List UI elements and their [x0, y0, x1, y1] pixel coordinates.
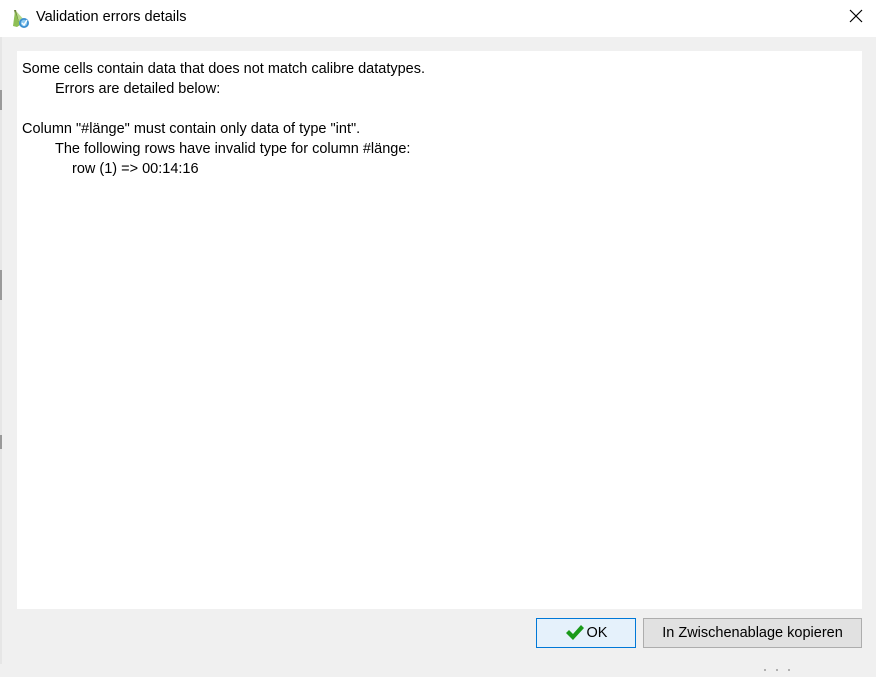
message-line: Column "#länge" must contain only data o…: [22, 121, 361, 137]
message-line: Errors are detailed below:: [55, 81, 221, 97]
message-line: row (1) => 00:14:16: [72, 161, 199, 177]
message-line: The following rows have invalid type for…: [55, 141, 411, 157]
close-button[interactable]: [836, 0, 876, 37]
message-line: [22, 99, 862, 119]
calibre-app-icon: [11, 8, 33, 30]
background-edge-mark: [0, 90, 2, 110]
copy-button-label: In Zwischenablage kopieren: [662, 625, 843, 641]
size-grip[interactable]: [760, 659, 800, 671]
copy-to-clipboard-button[interactable]: In Zwischenablage kopieren: [643, 618, 862, 648]
ok-button-label: OK: [586, 625, 608, 641]
background-edge-mark: [0, 435, 2, 449]
background-edge-mark: [0, 270, 2, 300]
checkmark-icon: [565, 624, 585, 642]
error-details-text-area[interactable]: Some cells contain data that does not ma…: [17, 51, 862, 609]
window-left-edge: [0, 37, 2, 664]
message-line: Some cells contain data that does not ma…: [22, 61, 426, 77]
window-title: Validation errors details: [36, 9, 187, 25]
ok-button[interactable]: OK: [536, 618, 636, 648]
title-bar: Validation errors details: [0, 0, 876, 37]
close-icon: [849, 9, 863, 28]
validation-errors-dialog: Validation errors details Some cells con…: [0, 0, 876, 671]
